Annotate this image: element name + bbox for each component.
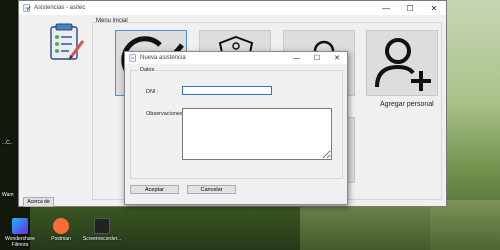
cancel-button[interactable]: Cancelar [187,185,236,194]
desktop-label-wam[interactable]: Wam [2,192,13,198]
desktop-icon-filmora[interactable]: Wondershare Filmora [2,218,38,248]
desktop-label-snippet[interactable]: ...C.. [2,140,13,146]
filmora-icon [12,218,28,234]
maximize-button[interactable]: ☐ [398,1,422,15]
dialog-title: Nueva asistencia [140,55,186,61]
observaciones-textarea[interactable] [182,108,332,160]
dialog-maximize-button[interactable]: ☐ [307,52,327,64]
dialog-close-button[interactable]: ✕ [327,52,347,64]
nueva-asistencia-dialog: Nueva asistencia — ☐ ✕ Datos DNI : Obser… [124,51,348,205]
accept-button[interactable]: Aceptar [130,185,179,194]
close-button[interactable]: ✕ [422,1,446,15]
main-titlebar[interactable]: Asistencias - asitec — ☐ ✕ [19,1,446,15]
minimize-button[interactable]: — [374,1,398,15]
dialog-titlebar[interactable]: Nueva asistencia — ☐ ✕ [125,52,347,64]
dialog-minimize-button[interactable]: — [287,52,307,64]
tile-label-add-user: Agregar personal [380,101,434,108]
desktop-icon-label: Postman [51,236,71,242]
main-window-title: Asistencias - asitec [34,5,86,11]
groupbox-title: Datos [138,67,157,73]
checklist-icon [50,23,85,60]
dialog-app-icon [129,54,136,62]
postman-icon [53,218,69,234]
desktop-icon-screenrecorder[interactable]: Screenrecorder... [82,218,122,242]
screenrecorder-icon [94,218,110,234]
app-icon [23,4,31,12]
background-grass [300,200,500,250]
observaciones-label: Observaciones : [146,111,186,117]
add-user-icon [375,38,431,91]
dni-label: DNI : [146,89,159,95]
dni-input[interactable] [182,86,272,95]
desktop-icon-postman[interactable]: Postman [44,218,78,242]
desktop-icon-label: Wondershare Filmora [5,236,35,248]
tile-add-user[interactable] [366,30,438,96]
about-button[interactable]: Acerca de [23,197,54,207]
desktop-icon-label: Screenrecorder... [82,236,122,242]
